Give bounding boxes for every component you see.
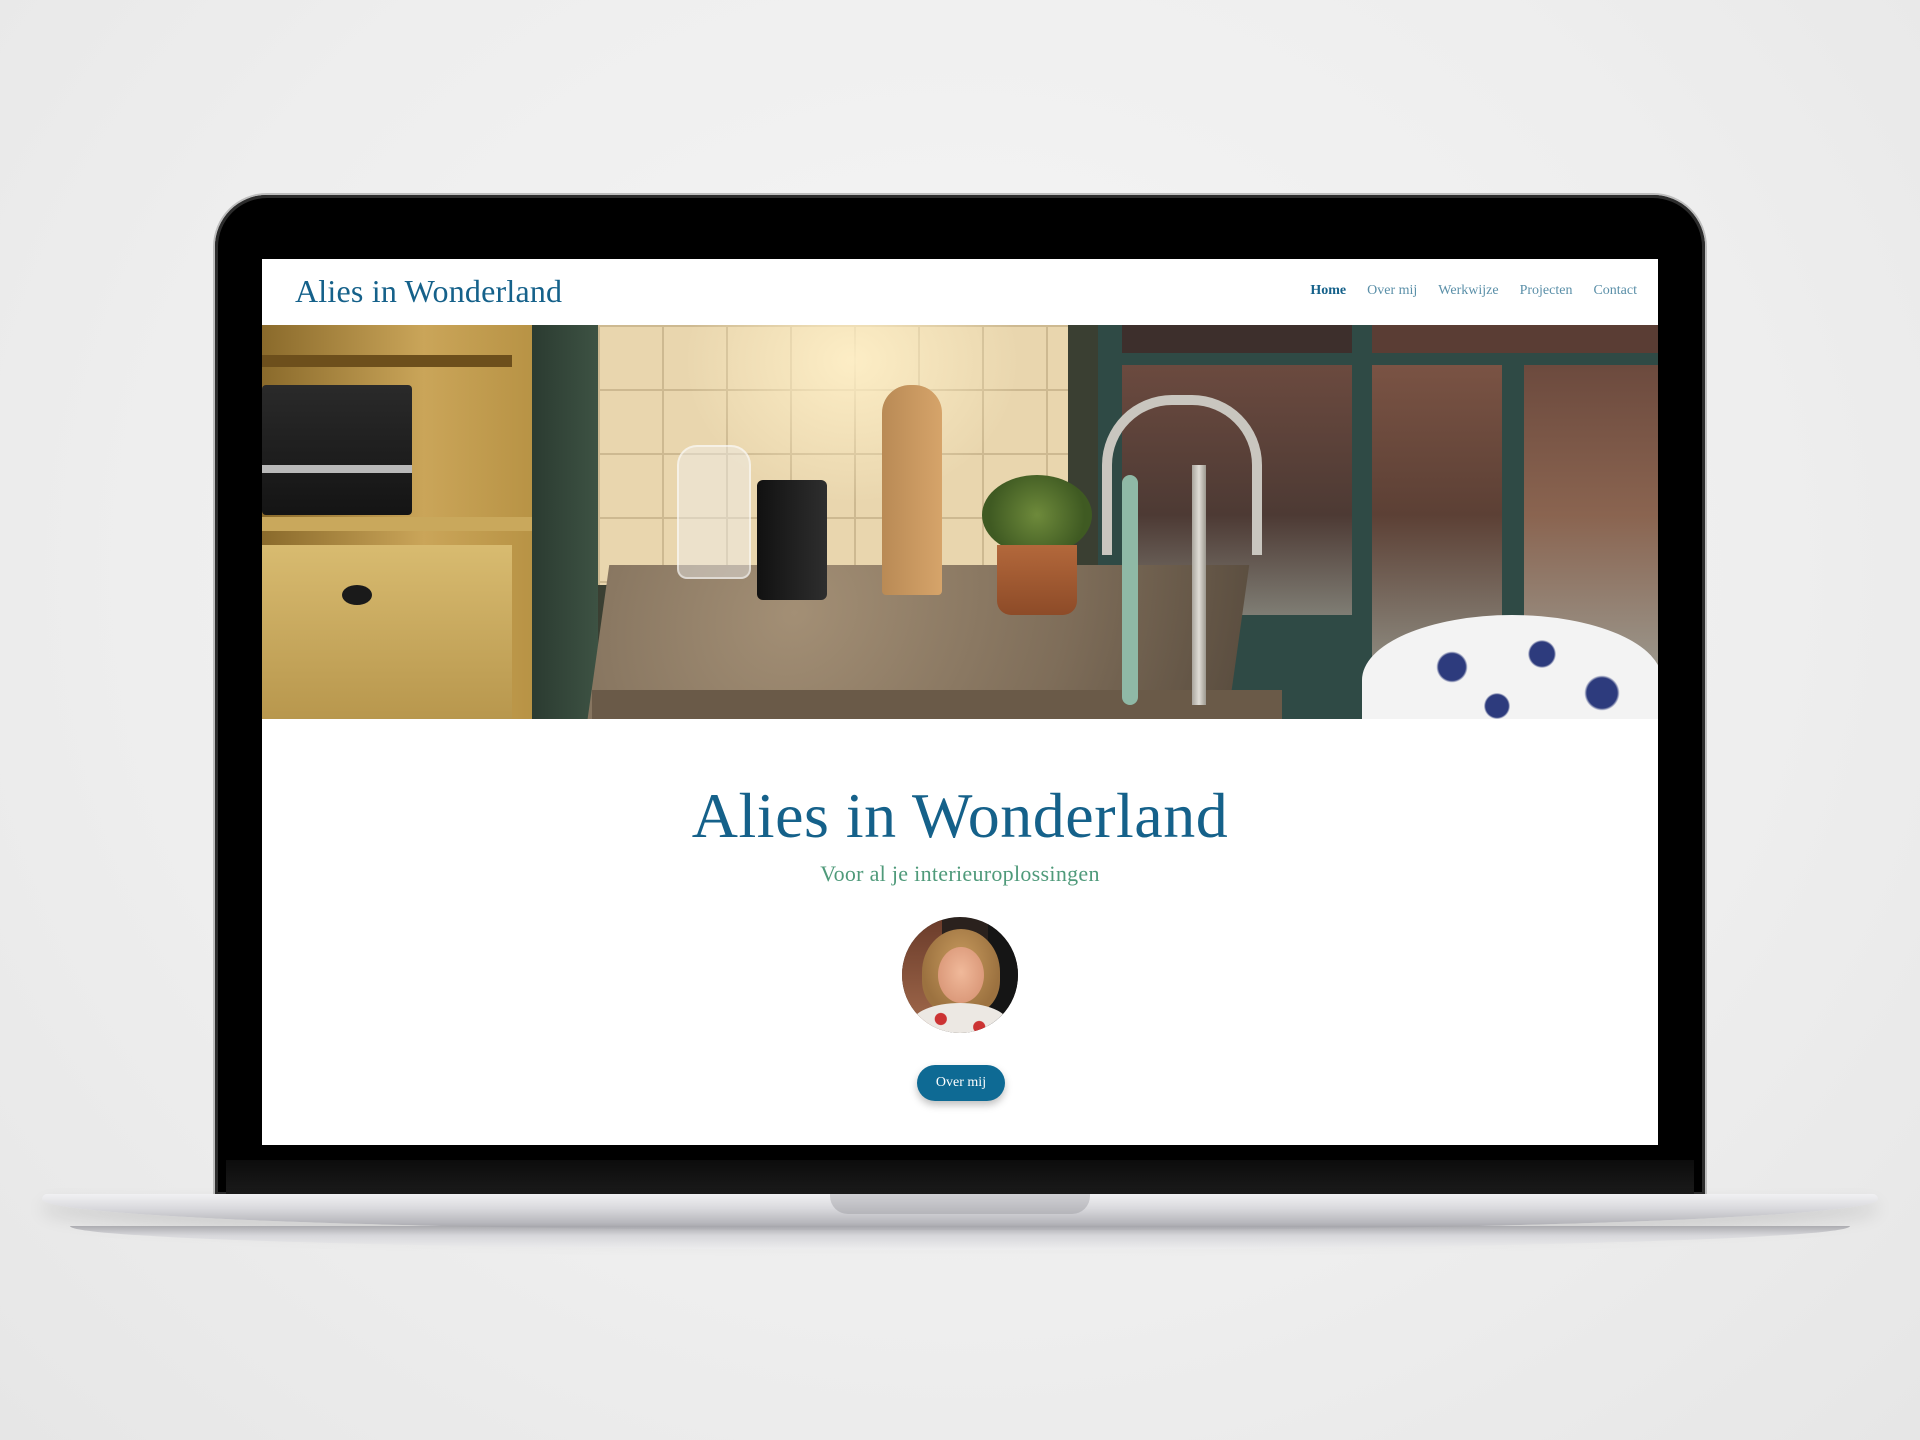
coffee-machine [757, 480, 827, 600]
nav-item-over-mij[interactable]: Over mij [1367, 283, 1417, 299]
laptop-base-lip [70, 1226, 1850, 1250]
faucet-stem [1192, 465, 1206, 705]
cabinet-shelf [262, 355, 512, 367]
laptop-notch [830, 1194, 1090, 1214]
plant-pot [997, 545, 1077, 615]
site-header: Alies in Wonderland Home Over mij Werkwi… [262, 259, 1658, 325]
page-subtitle: Voor al je interieuroplossingen [820, 861, 1100, 886]
drawer [262, 545, 512, 719]
drawer-knob [342, 585, 372, 605]
site-logo[interactable]: Alies in Wonderland [295, 273, 562, 310]
avatar [902, 917, 1018, 1033]
laptop-bezel-bottom [226, 1160, 1694, 1196]
avatar-face [938, 947, 984, 1003]
main-nav: Home Over mij Werkwijze Projecten Contac… [1310, 283, 1637, 299]
toaster [262, 385, 412, 515]
glass-jar [677, 445, 751, 579]
window-pane-top [1122, 325, 1352, 353]
nav-item-werkwijze[interactable]: Werkwijze [1438, 283, 1498, 299]
hero-image [262, 325, 1658, 719]
window-pane-top [1372, 325, 1658, 353]
countertop-edge [592, 690, 1282, 719]
toaster-trim [262, 465, 412, 473]
cutting-board [882, 385, 942, 595]
plant [982, 475, 1092, 555]
nav-item-projecten[interactable]: Projecten [1520, 283, 1573, 299]
over-mij-button[interactable]: Over mij [917, 1065, 1005, 1101]
wall-panel [532, 325, 598, 719]
nav-item-contact[interactable]: Contact [1593, 283, 1637, 299]
faucet [1102, 395, 1262, 555]
nav-item-home[interactable]: Home [1310, 283, 1346, 299]
cabinet-ledge [262, 517, 532, 531]
laptop-screen: Alies in Wonderland Home Over mij Werkwi… [262, 259, 1658, 1145]
page-title: Alies in Wonderland [691, 780, 1229, 851]
